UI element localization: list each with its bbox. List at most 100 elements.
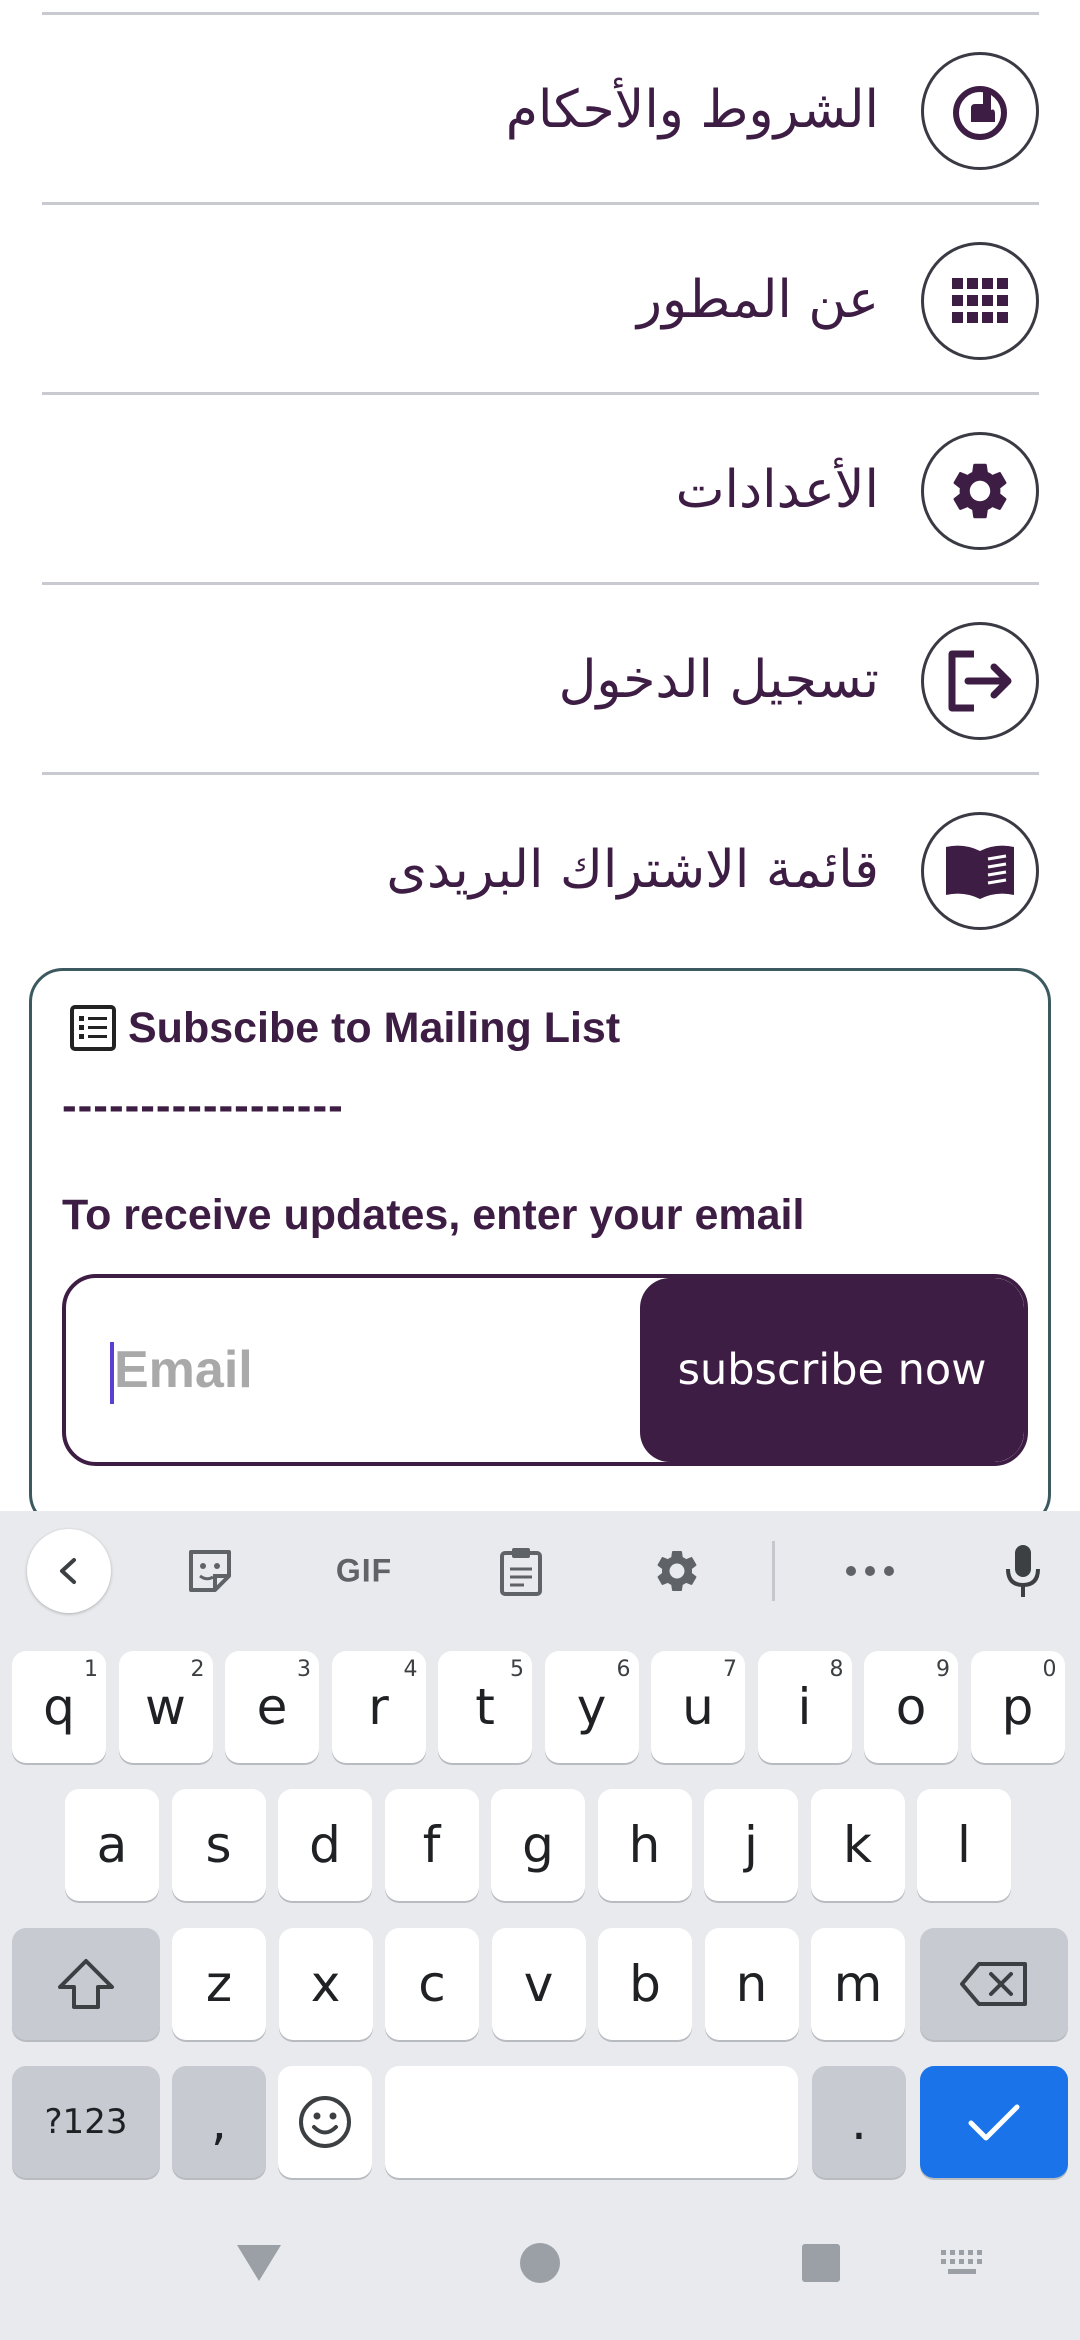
card-title-text: Subscibe to Mailing List <box>128 1003 621 1052</box>
key-label: g <box>522 1816 554 1874</box>
more-icon[interactable] <box>845 1565 895 1577</box>
backspace-key[interactable] <box>920 1928 1068 2040</box>
gif-icon[interactable]: GIF <box>336 1553 392 1590</box>
key-y[interactable]: y6 <box>544 1651 639 1763</box>
check-icon <box>968 2104 1020 2141</box>
key-label: . <box>851 2093 867 2151</box>
key-label: h <box>628 1816 661 1874</box>
menu-item-terms[interactable]: الشروط والأحكام <box>42 15 1039 205</box>
symbols-key[interactable]: ?123 <box>12 2066 160 2178</box>
keyboard-switch-icon[interactable] <box>939 2248 985 2282</box>
key-i[interactable]: i8 <box>757 1651 852 1763</box>
menu-item-about-developer[interactable]: عن المطور <box>42 205 1039 395</box>
key-hint: 6 <box>616 1657 631 1682</box>
key-a[interactable]: a <box>65 1789 159 1901</box>
key-label: n <box>735 1955 768 2013</box>
login-arrow-icon <box>921 622 1039 740</box>
key-label: u <box>682 1678 714 1736</box>
email-field[interactable] <box>66 1278 636 1462</box>
key-hint: 3 <box>297 1657 311 1682</box>
menu-item-label: الأعدادات <box>675 460 879 520</box>
key-label: c <box>418 1955 446 2013</box>
menu-item-settings[interactable]: الأعدادات <box>42 395 1039 585</box>
key-hint: 7 <box>723 1657 737 1682</box>
key-label: l <box>957 1816 971 1874</box>
menu-item-label: قائمة الاشتراك البريدى <box>386 840 879 900</box>
key-o[interactable]: o9 <box>864 1651 958 1763</box>
key-s[interactable]: s <box>171 1789 266 1901</box>
card-description: To receive updates, enter your email <box>62 1191 805 1239</box>
sticker-icon[interactable] <box>185 1546 235 1596</box>
key-label: x <box>310 1955 341 2013</box>
key-label: r <box>368 1678 389 1736</box>
key-label: ?123 <box>44 2102 128 2142</box>
settings-gear-icon[interactable] <box>652 1546 702 1596</box>
key-label: b <box>629 1955 661 2013</box>
key-u[interactable]: u7 <box>651 1651 745 1763</box>
toolbar-separator <box>772 1541 775 1601</box>
menu-item-login[interactable]: تسجيل الدخول <box>42 585 1039 775</box>
key-f[interactable]: f <box>384 1789 479 1901</box>
key-r[interactable]: r4 <box>331 1651 426 1763</box>
key-v[interactable]: v <box>491 1928 586 2040</box>
key-m[interactable]: m <box>811 1928 905 2040</box>
period-key[interactable]: . <box>812 2066 906 2178</box>
key-d[interactable]: d <box>278 1789 372 1901</box>
menu-item-label: الشروط والأحكام <box>505 80 879 140</box>
key-hint: 5 <box>510 1657 524 1682</box>
menu-item-label: عن المطور <box>636 270 879 330</box>
key-l[interactable]: l <box>917 1789 1011 1901</box>
comma-key[interactable]: , <box>172 2066 266 2178</box>
key-h[interactable]: h <box>597 1789 692 1901</box>
gear-icon <box>921 432 1039 550</box>
key-label: d <box>309 1816 341 1874</box>
key-e[interactable]: e3 <box>225 1651 319 1763</box>
key-c[interactable]: c <box>385 1928 479 2040</box>
key-label: j <box>744 1816 758 1874</box>
list-icon <box>70 1005 116 1051</box>
enter-key[interactable] <box>920 2066 1068 2178</box>
key-label: p <box>1001 1678 1034 1736</box>
menu-item-label: تسجيل الدخول <box>558 650 879 710</box>
key-label: z <box>205 1955 233 2013</box>
key-b[interactable]: b <box>598 1928 692 2040</box>
key-label: k <box>843 1816 872 1874</box>
key-label: y <box>576 1678 607 1736</box>
recents-square-icon[interactable] <box>801 2243 841 2287</box>
key-hint: 8 <box>829 1657 844 1682</box>
key-label: v <box>523 1955 554 2013</box>
grid-dots-icon <box>921 242 1039 360</box>
key-w[interactable]: w2 <box>118 1651 213 1763</box>
key-label: s <box>205 1816 232 1874</box>
key-q[interactable]: q1 <box>12 1651 106 1763</box>
shift-key[interactable] <box>12 1928 160 2040</box>
microphone-icon[interactable] <box>1003 1543 1043 1599</box>
subscribe-button[interactable]: subscribe now <box>640 1278 1024 1462</box>
key-g[interactable]: g <box>491 1789 585 1901</box>
key-hint: 1 <box>84 1657 98 1682</box>
emoji-icon <box>299 2096 351 2148</box>
space-key[interactable] <box>385 2066 798 2178</box>
key-hint: 2 <box>190 1657 205 1682</box>
text-cursor <box>110 1342 114 1404</box>
key-j[interactable]: j <box>704 1789 798 1901</box>
key-label: t <box>475 1678 495 1736</box>
home-circle-icon[interactable] <box>519 2242 561 2288</box>
key-p[interactable]: p0 <box>970 1651 1065 1763</box>
key-label: o <box>895 1678 927 1736</box>
backspace-icon <box>960 1962 1027 2006</box>
back-triangle-icon[interactable] <box>235 2243 283 2287</box>
key-k[interactable]: k <box>810 1789 905 1901</box>
key-t[interactable]: t5 <box>438 1651 532 1763</box>
card-title: Subscibe to Mailing List <box>68 1003 620 1053</box>
key-n[interactable]: n <box>704 1928 799 2040</box>
menu-item-mailing-list[interactable]: قائمة الاشتراك البريدى <box>42 775 1039 965</box>
clipboard-icon[interactable] <box>498 1545 544 1597</box>
key-z[interactable]: z <box>172 1928 266 2040</box>
emoji-key[interactable] <box>278 2066 372 2178</box>
shift-icon <box>58 1959 114 2009</box>
key-hint: 0 <box>1042 1657 1057 1682</box>
chevron-left-icon[interactable] <box>27 1529 111 1613</box>
navigation-bar <box>0 2190 1080 2340</box>
key-x[interactable]: x <box>278 1928 373 2040</box>
